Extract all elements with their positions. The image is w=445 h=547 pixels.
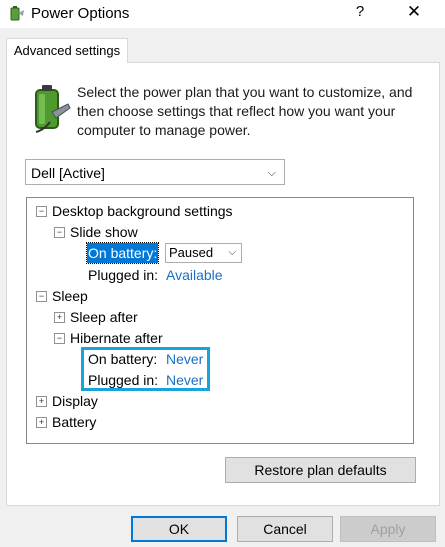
tree-item-desktop-background[interactable]: − Desktop background settings <box>27 201 407 221</box>
slide-show-plugged-in-value[interactable]: Available <box>166 265 223 285</box>
settings-panel: Select the power plan that you want to c… <box>6 62 440 506</box>
window-title: Power Options <box>31 5 130 22</box>
settings-tree[interactable]: − Desktop background settings − Slide sh… <box>26 197 414 444</box>
tree-item-label: Display <box>52 393 98 409</box>
tree-item-label: Sleep <box>52 288 88 304</box>
slide-show-on-battery-row[interactable]: On battery: Paused ⌵ <box>27 242 407 264</box>
ok-button[interactable]: OK <box>131 516 227 542</box>
power-plan-value: Dell [Active] <box>31 165 105 181</box>
expand-icon[interactable]: + <box>54 312 65 323</box>
plugged-in-label: Plugged in: <box>88 267 159 283</box>
slide-show-on-battery-value: Paused <box>169 245 214 260</box>
tree-item-battery[interactable]: + Battery <box>27 412 407 432</box>
chevron-down-icon: ⌵ <box>267 167 276 179</box>
title-bar: Power Options ? ✕ <box>0 0 445 28</box>
expand-icon[interactable]: + <box>36 417 47 428</box>
slide-show-on-battery-select[interactable]: Paused ⌵ <box>165 243 242 263</box>
tree-item-label: Slide show <box>70 224 138 240</box>
tree-item-sleep[interactable]: − Sleep <box>27 286 407 306</box>
collapse-icon[interactable]: − <box>54 333 65 344</box>
restore-plan-defaults-button[interactable]: Restore plan defaults <box>225 457 416 483</box>
tree-item-label: Sleep after <box>70 309 138 325</box>
tree-item-label: Hibernate after <box>70 330 163 346</box>
tree-item-label: Desktop background settings <box>52 203 233 219</box>
help-button[interactable]: ? <box>350 3 370 20</box>
power-plan-select[interactable]: Dell [Active] ⌵ <box>25 159 285 185</box>
apply-button[interactable]: Apply <box>340 516 436 542</box>
tree-item-display[interactable]: + Display <box>27 391 407 411</box>
highlight-box <box>81 347 210 391</box>
chevron-down-icon: ⌵ <box>228 247 236 258</box>
expand-icon[interactable]: + <box>36 396 47 407</box>
cancel-button[interactable]: Cancel <box>237 516 333 542</box>
close-button[interactable]: ✕ <box>403 2 425 22</box>
tree-item-label: Battery <box>52 414 97 430</box>
tab-advanced-settings[interactable]: Advanced settings <box>6 38 128 63</box>
plan-description: Select the power plan that you want to c… <box>77 84 413 138</box>
slide-show-plugged-in-row[interactable]: Plugged in: Available <box>27 265 407 285</box>
power-options-icon <box>10 6 24 21</box>
collapse-icon[interactable]: − <box>36 206 47 217</box>
tree-item-sleep-after[interactable]: + Sleep after <box>27 307 407 327</box>
tree-item-hibernate-after[interactable]: − Hibernate after <box>27 328 407 348</box>
collapse-icon[interactable]: − <box>36 291 47 302</box>
on-battery-label: On battery: <box>85 242 160 264</box>
tree-item-slide-show[interactable]: − Slide show <box>27 222 407 242</box>
battery-plan-icon <box>35 85 71 133</box>
collapse-icon[interactable]: − <box>54 227 65 238</box>
